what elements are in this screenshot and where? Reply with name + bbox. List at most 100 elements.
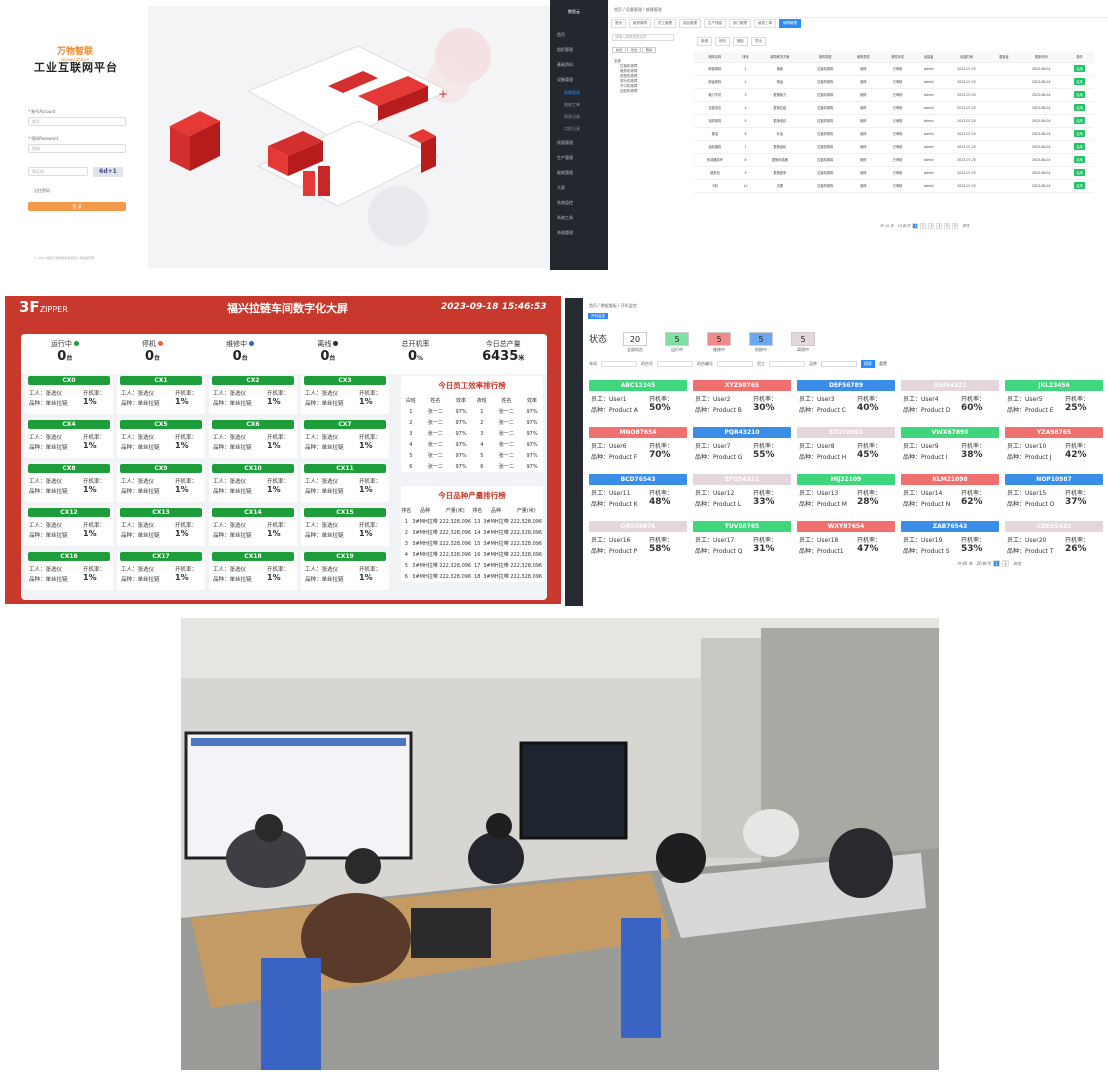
line-card[interactable]: CX7 工人：张选仪 品种：单丝拉链 开机率： 1% — [301, 420, 389, 458]
machine-card[interactable]: JKL23456 员工：User5 品种：Product E 开机率： 25% — [1005, 380, 1103, 421]
pager-goto[interactable]: 前往 — [1013, 561, 1021, 566]
status-toggle[interactable]: 启用 — [1074, 91, 1085, 98]
line-card[interactable]: CX4 工人：张选仪 品种：单丝拉链 开机率： 1% — [25, 420, 113, 458]
status-toggle[interactable]: 启用 — [1074, 143, 1085, 150]
status-toggle[interactable]: 启用 — [1074, 130, 1085, 137]
page-button[interactable]: 4 — [936, 223, 943, 229]
machine-card[interactable]: HIJ32109 员工：User13 品种：Product M 开机率： 28% — [797, 474, 895, 515]
page-button[interactable]: 3 — [928, 223, 935, 229]
machine-card[interactable]: ABC12345 员工：User1 品种：Product A 开机率： 50% — [589, 380, 687, 421]
sidebar-item[interactable]: 组织管理 — [550, 42, 608, 57]
line-card[interactable]: CX17 工人：张选仪 品种：单丝拉链 开机率： 1% — [117, 552, 205, 590]
line-card[interactable]: CX16 工人：张选仪 品种：单丝拉链 开机率： 1% — [25, 552, 113, 590]
toolbar-button[interactable]: 修改 — [715, 37, 730, 46]
machine-card[interactable]: STU78901 员工：User8 品种：Product H 开机率： 45% — [797, 427, 895, 468]
sidebar-item[interactable]: 生产管理 — [550, 150, 608, 165]
line-card[interactable]: CX2 工人：张选仪 品种：单丝拉链 开机率： 1% — [209, 376, 297, 414]
filter-input[interactable] — [821, 361, 857, 367]
machine-card[interactable]: YZA98765 员工：User10 品种：Product J 开机率： 42% — [1005, 427, 1103, 468]
sidebar-item[interactable]: 保养记录 — [550, 111, 608, 123]
pager-size-select[interactable]: 20条/页 — [977, 561, 991, 566]
pager-goto[interactable]: 前往 — [962, 224, 969, 228]
page-button[interactable]: 2 — [1002, 560, 1010, 567]
machine-card[interactable]: KLM21098 员工：User14 品种：Product N 开机率： 62% — [901, 474, 999, 515]
status-toggle[interactable]: 启用 — [1074, 65, 1085, 72]
sidebar-item[interactable]: 故障管理 — [550, 87, 608, 99]
line-card[interactable]: CX14 工人：张选仪 品种：单丝拉链 开机率： 1% — [209, 508, 297, 546]
login-button[interactable]: 登 录 — [28, 202, 126, 211]
status-filter-box[interactable]: 5 — [665, 332, 689, 346]
toolbar-button[interactable]: 删除 — [733, 37, 748, 46]
pager-size-select[interactable]: 10条/页 — [898, 224, 911, 228]
sidebar-item[interactable]: 系统监控 — [550, 195, 608, 210]
sidebar-item[interactable]: 首页 — [550, 27, 608, 42]
sidebar-item[interactable]: 能耗管理 — [550, 165, 608, 180]
status-toggle[interactable]: 启用 — [1074, 182, 1085, 189]
machine-card[interactable]: XYZ98765 员工：User2 品种：Product B 开机率： 30% — [693, 380, 791, 421]
line-card[interactable]: CX5 工人：张选仪 品种：单丝拉链 开机率： 1% — [117, 420, 205, 458]
sidebar-item[interactable]: 设备管理 — [550, 72, 608, 87]
sidebar-item[interactable]: 系统工具 — [550, 210, 608, 225]
machine-card[interactable]: VWX67890 员工：User9 品种：Product I 开机率： 38% — [901, 427, 999, 468]
status-toggle[interactable]: 启用 — [1074, 169, 1085, 176]
machine-card[interactable]: GHI54321 员工：User4 品种：Product D 开机率： 60% — [901, 380, 999, 421]
tab-item[interactable]: 部门管理 — [729, 19, 751, 28]
remember-checkbox-label[interactable]: 记住密码 — [34, 188, 50, 194]
filter-input[interactable] — [717, 361, 753, 367]
line-card[interactable]: CX8 工人：张选仪 品种：单丝拉链 开机率： 1% — [25, 464, 113, 502]
filter-input[interactable] — [601, 361, 637, 367]
tab-item[interactable]: 维修故障 — [629, 19, 651, 28]
line-card[interactable]: CX1 工人：张选仪 品种：单丝拉链 开机率： 1% — [117, 376, 205, 414]
toolbar-button[interactable]: 新增 — [697, 37, 712, 46]
line-card[interactable]: CX6 工人：张选仪 品种：单丝拉链 开机率： 1% — [209, 420, 297, 458]
sidebar-item[interactable]: 基础资料 — [550, 57, 608, 72]
toolbar-button[interactable]: 导出 — [751, 37, 766, 46]
machine-card[interactable]: PQR43210 员工：User7 品种：Product G 开机率： 55% — [693, 427, 791, 468]
status-filter-box[interactable]: 5 — [791, 332, 815, 346]
filter-input[interactable] — [769, 361, 805, 367]
page-button[interactable]: 5 — [944, 223, 951, 229]
line-card[interactable]: CX13 工人：张选仪 品种：单丝拉链 开机率： 1% — [117, 508, 205, 546]
reset-button[interactable]: 重置 — [879, 361, 887, 367]
status-filter-box[interactable]: 5 — [749, 332, 773, 346]
line-card[interactable]: CX0 工人：张选仪 品种：单丝拉链 开机率： 1% — [25, 376, 113, 414]
tab-item[interactable]: 故障管理 — [779, 19, 801, 28]
status-filter-box[interactable]: 20 — [623, 332, 647, 346]
captcha-image[interactable]: 6d+1 — [93, 167, 123, 177]
password-input[interactable]: 密码 — [28, 144, 126, 153]
page-button[interactable]: 1 — [912, 223, 919, 229]
line-card[interactable]: CX12 工人：张选仪 品种：单丝拉链 开机率： 1% — [25, 508, 113, 546]
tree-node[interactable]: 压胶机故障 — [612, 89, 674, 94]
tree-search-input[interactable]: 请输入故障类型名称 — [612, 34, 674, 41]
tab-machine-monitor[interactable]: 开机监控 — [588, 313, 608, 319]
filter-input[interactable] — [657, 361, 693, 367]
status-toggle[interactable]: 启用 — [1074, 104, 1085, 111]
sidebar-item[interactable]: 维修工单 — [550, 99, 608, 111]
tree-action-button[interactable]: 修改 — [627, 47, 642, 53]
tab-item[interactable]: 生产线路 — [704, 19, 726, 28]
page-button[interactable]: 6 — [952, 223, 959, 229]
line-card[interactable]: CX19 工人：张选仪 品种：单丝拉链 开机率： 1% — [301, 552, 389, 590]
sidebar-item[interactable]: 大屏 — [550, 180, 608, 195]
line-card[interactable]: CX18 工人：张选仪 品种：单丝拉链 开机率： 1% — [209, 552, 297, 590]
status-toggle[interactable]: 启用 — [1074, 78, 1085, 85]
sidebar-item[interactable]: 系统管理 — [550, 225, 608, 240]
status-toggle[interactable]: 启用 — [1074, 117, 1085, 124]
machine-card[interactable]: TUV98765 员工：User17 品种：Product Q 开机率： 31% — [693, 521, 791, 562]
line-card[interactable]: CX15 工人：张选仪 品种：单丝拉链 开机率： 1% — [301, 508, 389, 546]
tree-action-button[interactable]: 删除 — [642, 47, 657, 53]
machine-card[interactable]: BCD76543 员工：User11 品种：Product K 开机率： 48% — [589, 474, 687, 515]
tab-item[interactable]: 维修工单 — [754, 19, 776, 28]
page-button[interactable]: 1 — [993, 560, 1001, 567]
tab-item[interactable]: 员工管理 — [654, 19, 676, 28]
tab-item[interactable]: 首页 — [611, 19, 626, 28]
machine-card[interactable]: MNO87654 员工：User6 品种：Product F 开机率： 70% — [589, 427, 687, 468]
sidebar-item[interactable]: 质量管理 — [550, 135, 608, 150]
machine-card[interactable]: QRS09876 员工：User16 品种：Product P 开机率： 58% — [589, 521, 687, 562]
machine-card[interactable]: CDE65432 员工：User20 品种：Product T 开机率： 26% — [1005, 521, 1103, 562]
machine-card[interactable]: DEF56789 员工：User3 品种：Product C 开机率： 40% — [797, 380, 895, 421]
tab-item[interactable]: 用品管理 — [679, 19, 701, 28]
tree-action-button[interactable]: 新增 — [612, 47, 627, 53]
account-input[interactable]: 账号 — [28, 117, 126, 126]
machine-card[interactable]: WXY87654 员工：User18 品种：Product1 开机率： 47% — [797, 521, 895, 562]
